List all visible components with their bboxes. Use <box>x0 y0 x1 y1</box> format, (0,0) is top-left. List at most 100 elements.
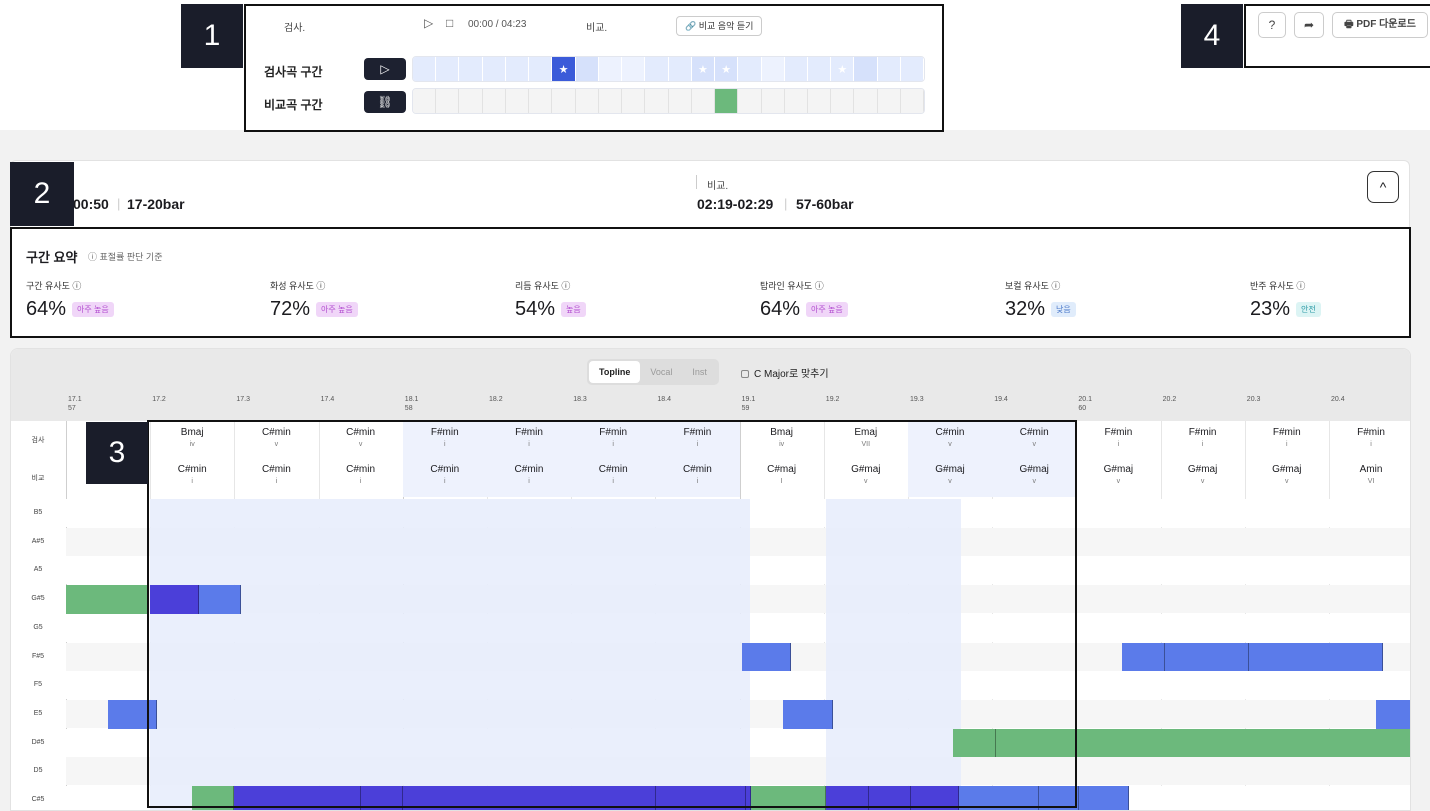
metric-badge: 아주 높음 <box>806 302 848 317</box>
checkbox[interactable] <box>741 370 749 378</box>
track-cell[interactable] <box>598 89 623 113</box>
compare-chord[interactable]: G#maj v <box>1076 464 1160 487</box>
test-chord[interactable]: F#min i <box>1329 427 1410 450</box>
track-cell[interactable] <box>622 89 646 113</box>
track-cell[interactable] <box>645 57 669 81</box>
track-cell[interactable] <box>738 57 762 81</box>
track-cell[interactable] <box>831 89 855 113</box>
track-cell[interactable]: ★ <box>552 57 576 81</box>
c-major-toggle[interactable]: C Major로 맞추기 <box>741 365 829 380</box>
beat-number: 17.2 <box>152 396 166 403</box>
summary-title: 구간 요약 <box>26 250 78 265</box>
info-icon[interactable]: ⓘ <box>1296 281 1305 291</box>
track-cell[interactable] <box>436 57 460 81</box>
bar-number: 60 <box>1078 405 1087 412</box>
tab-topline[interactable]: Topline <box>589 361 641 383</box>
test-chord[interactable]: F#min i <box>1245 427 1329 450</box>
track-cell[interactable] <box>552 89 576 113</box>
pitch-label: D5 <box>33 767 43 775</box>
track-cell[interactable] <box>900 89 924 113</box>
track-cell[interactable] <box>645 89 669 113</box>
play-icon[interactable]: ▷ <box>424 16 433 30</box>
pdf-download-button[interactable]: 🖶 PDF 다운로드 <box>1332 12 1428 38</box>
beat-number: 18.3 <box>573 396 587 403</box>
compare-segment-track[interactable] <box>412 88 925 114</box>
info-icon[interactable]: ⓘ <box>72 281 81 291</box>
track-cell[interactable] <box>505 57 530 81</box>
track-cell[interactable] <box>761 89 785 113</box>
collapse-button[interactable]: ^ <box>1367 171 1399 203</box>
share-button[interactable]: ➦ <box>1294 12 1324 38</box>
beat-label: 20.2 <box>1163 395 1177 404</box>
note-block[interactable] <box>66 585 148 614</box>
track-cell[interactable] <box>877 89 901 113</box>
track-cell[interactable] <box>668 57 692 81</box>
bar-number: 58 <box>404 405 413 412</box>
test-segment-track[interactable]: ★ ★ ★ ★ <box>412 56 925 82</box>
pitch-label: E5 <box>33 709 43 717</box>
track-cell[interactable] <box>505 89 530 113</box>
info-icon[interactable]: ⓘ <box>1051 281 1060 291</box>
track-cell[interactable] <box>738 89 762 113</box>
criteria-note[interactable]: ⓘ 표절률 판단 기준 <box>88 250 163 278</box>
track-cell[interactable] <box>413 57 437 81</box>
metric-0: 구간 유사도 ⓘ 64% 아주 높음 <box>26 279 226 321</box>
track-cell[interactable]: ★ <box>715 57 739 81</box>
compare-chord[interactable]: Amin VI <box>1329 464 1410 487</box>
c-major-label: C Major로 맞추기 <box>754 369 829 380</box>
track-cell[interactable] <box>668 89 692 113</box>
track-cell[interactable] <box>877 57 901 81</box>
help-button[interactable]: ? <box>1258 12 1286 38</box>
track-cell[interactable] <box>854 57 878 81</box>
compare-chord[interactable]: G#maj v <box>1161 464 1245 487</box>
compare-chord[interactable]: G#maj v <box>1245 464 1329 487</box>
metric-label: 탑라인 유사도 <box>760 281 813 291</box>
track-cell[interactable] <box>807 89 832 113</box>
test-chord[interactable]: F#min i <box>1161 427 1245 450</box>
track-cell[interactable] <box>529 57 553 81</box>
track-cell[interactable]: ★ <box>691 57 716 81</box>
chord-name: G#maj <box>1272 464 1302 475</box>
track-cell[interactable] <box>436 89 460 113</box>
track-cell[interactable] <box>413 89 437 113</box>
metric-value: 32% <box>1005 298 1046 320</box>
track-cell[interactable] <box>900 57 924 81</box>
track-cell[interactable] <box>575 57 599 81</box>
track-cell[interactable] <box>691 89 716 113</box>
track-cell[interactable] <box>482 89 506 113</box>
track-cell[interactable] <box>854 89 878 113</box>
info-icon[interactable]: ⓘ <box>316 281 325 291</box>
track-cell[interactable] <box>784 89 808 113</box>
test-chord[interactable]: F#min i <box>1076 427 1160 450</box>
track-cell[interactable] <box>575 89 599 113</box>
metric-3: 탑라인 유사도 ⓘ 64% 아주 높음 <box>760 279 960 321</box>
link-segment-button[interactable]: ⛓ <box>364 91 406 113</box>
note-block[interactable] <box>1165 642 1249 672</box>
note-block[interactable] <box>1376 699 1410 729</box>
tab-inst[interactable]: Inst <box>682 361 717 383</box>
track-cell[interactable] <box>761 57 785 81</box>
tab-vocal[interactable]: Vocal <box>640 361 682 383</box>
track-cell[interactable] <box>529 89 553 113</box>
info-icon[interactable]: ⓘ <box>561 281 570 291</box>
track-cell[interactable] <box>715 89 739 113</box>
track-cell[interactable] <box>784 57 808 81</box>
test-bar-range: 17-20bar <box>127 196 185 212</box>
info-icon[interactable]: ⓘ <box>815 281 824 291</box>
compare-music-button[interactable]: 🔗 비교 음악 듣기 <box>676 16 763 36</box>
track-cell[interactable] <box>598 57 623 81</box>
track-cell[interactable] <box>459 89 483 113</box>
note-block[interactable] <box>1122 642 1165 672</box>
pitch-label: A5 <box>33 566 43 574</box>
track-cell[interactable] <box>622 57 646 81</box>
track-cell[interactable] <box>459 57 483 81</box>
track-cell[interactable] <box>807 57 832 81</box>
beat-number: 19.4 <box>994 396 1008 403</box>
track-cell[interactable] <box>482 57 506 81</box>
note-block[interactable] <box>1249 642 1383 672</box>
track-cell[interactable]: ★ <box>831 57 855 81</box>
play-segment-button[interactable]: ▷ <box>364 58 406 80</box>
stop-icon[interactable]: □ <box>446 16 453 30</box>
pitch-label: F5 <box>33 681 43 689</box>
note-block[interactable] <box>1079 786 1129 810</box>
